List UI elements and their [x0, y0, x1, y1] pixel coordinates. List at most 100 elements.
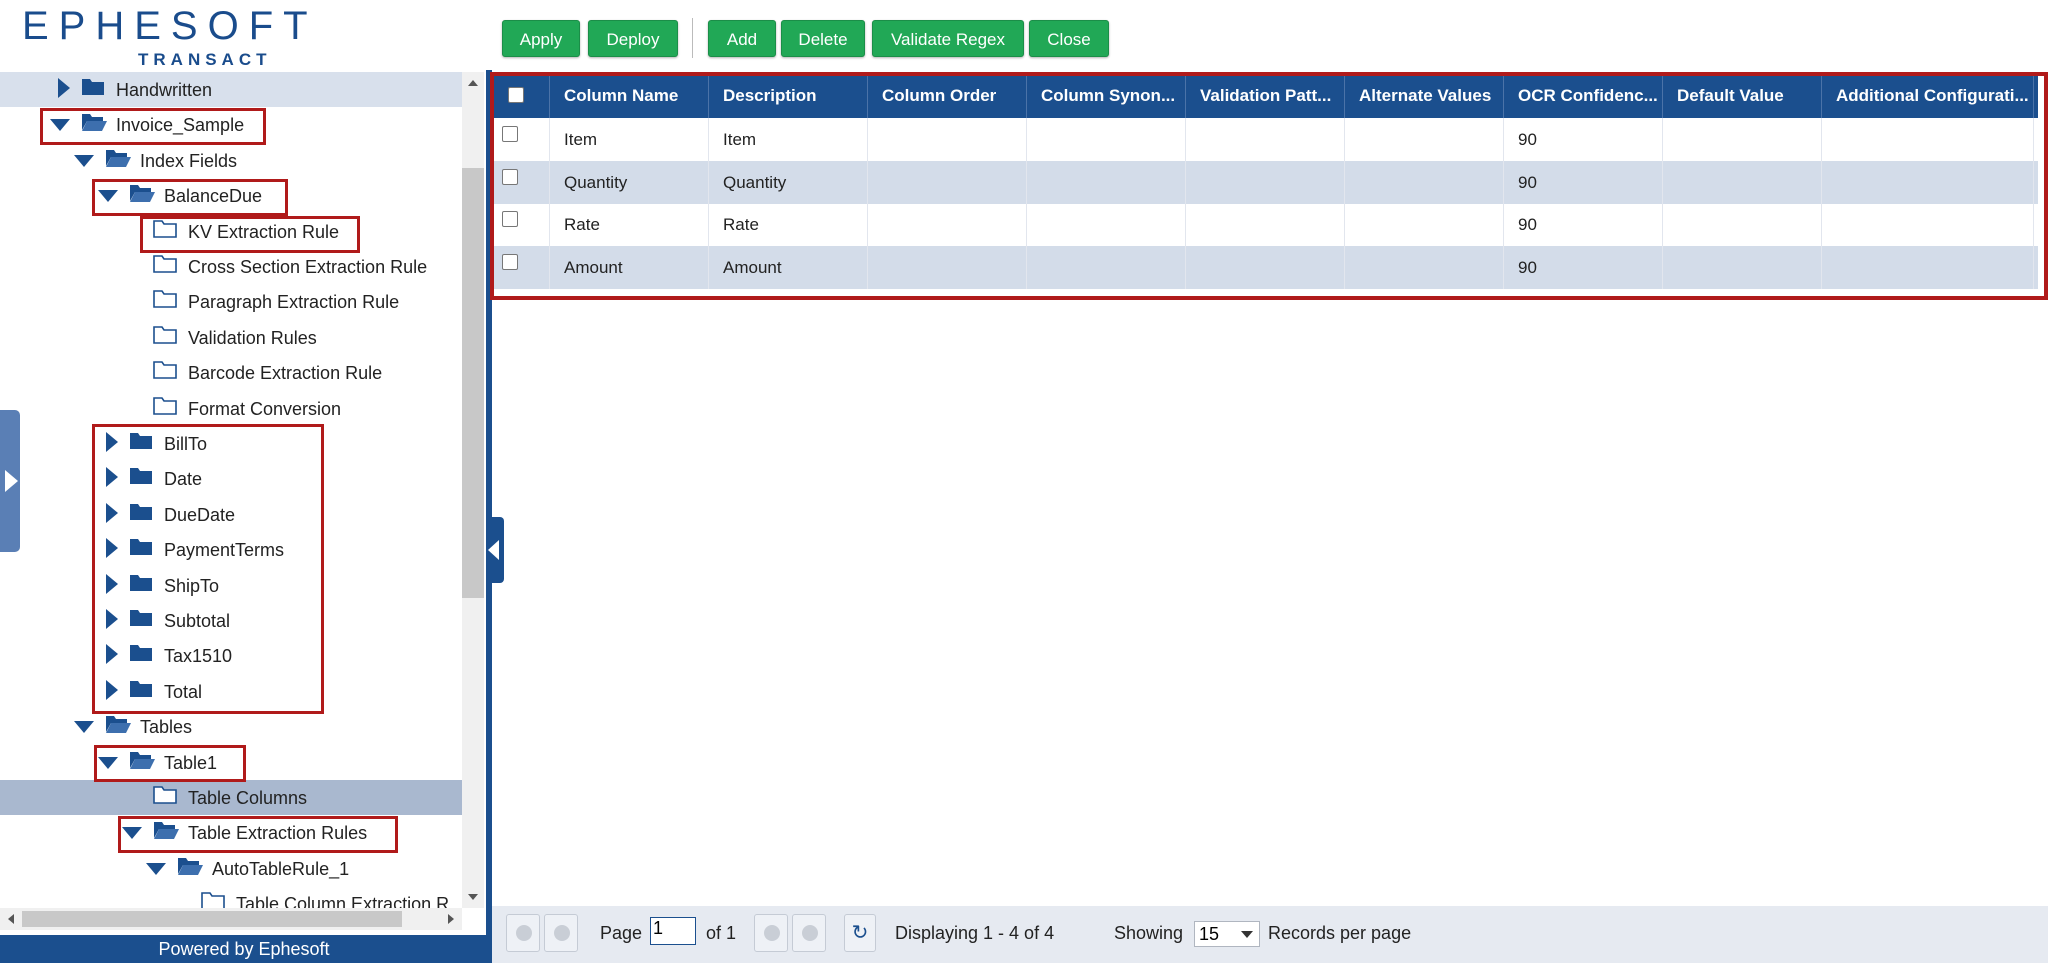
tree-node-label: DueDate [164, 504, 236, 525]
left-panel: EPHESOFT TRANSACT Handwritten Invoice_Sam… [0, 0, 488, 963]
tree-node-shipto[interactable]: ShipTo [0, 568, 462, 603]
tree-node-label: AutoTableRule_1 [212, 858, 350, 879]
scroll-thumb[interactable] [462, 168, 484, 598]
scroll-thumb[interactable] [22, 911, 402, 927]
folder-icon [128, 536, 154, 558]
folder-open-icon [104, 713, 131, 735]
expanded-caret-icon[interactable] [74, 721, 94, 734]
chevron-right-icon [5, 470, 18, 492]
deploy-button[interactable]: Deploy [588, 20, 678, 57]
collapsed-caret-icon[interactable] [106, 538, 118, 559]
tree-horizontal-scrollbar[interactable] [0, 908, 462, 930]
next-page-icon [764, 925, 780, 941]
tree-node-table1[interactable]: Table1 [0, 745, 462, 780]
tree-node-label: Paragraph Extraction Rule [188, 292, 400, 313]
tree-node-tables[interactable]: Tables [0, 709, 462, 744]
collapsed-caret-icon[interactable] [106, 573, 118, 594]
expand-side-panel-button[interactable] [0, 410, 20, 552]
first-page-button[interactable] [506, 914, 540, 952]
displaying-label: Displaying 1 - 4 of 4 [895, 923, 1055, 943]
last-page-icon [802, 925, 818, 941]
expanded-caret-icon[interactable] [146, 862, 166, 875]
collapsed-caret-icon[interactable] [106, 679, 118, 700]
previous-page-button[interactable] [544, 914, 578, 952]
expanded-caret-icon[interactable] [122, 827, 142, 840]
collapsed-caret-icon[interactable] [58, 78, 70, 98]
folder-open-icon [152, 819, 179, 841]
tree-node-invoice-sample[interactable]: Invoice_Sample [0, 107, 462, 142]
validate-regex-button[interactable]: Validate Regex [872, 20, 1024, 57]
folder-icon [152, 784, 178, 806]
tree-node-balancedue[interactable]: BalanceDue [0, 178, 462, 213]
folder-icon [80, 76, 106, 98]
folder-icon [152, 324, 178, 346]
scroll-up-icon[interactable] [468, 80, 478, 86]
tree-node-table-columns[interactable]: Table Columns [0, 780, 462, 815]
expanded-caret-icon[interactable] [98, 190, 118, 203]
tree-node-table-column-extraction-r[interactable]: Table Column Extraction R [0, 886, 462, 908]
collapsed-caret-icon[interactable] [106, 502, 118, 523]
tree-node-subtotal[interactable]: Subtotal [0, 603, 462, 638]
scroll-down-icon[interactable] [468, 894, 478, 900]
collapse-panel-button[interactable] [486, 517, 504, 583]
expanded-caret-icon[interactable] [50, 119, 70, 132]
logo-brand: EPHESOFT [22, 4, 318, 48]
showing-label: Showing [1114, 923, 1184, 943]
tree-node-barcode-extraction-rule[interactable]: Barcode Extraction Rule [0, 355, 462, 390]
tree-node-format-conversion[interactable]: Format Conversion [0, 391, 462, 426]
tree-node-label: Table Columns [188, 788, 308, 808]
page-number-input[interactable]: 1 [650, 917, 696, 945]
folder-open-icon [80, 111, 107, 133]
tree-node-index-fields[interactable]: Index Fields [0, 143, 462, 178]
refresh-button[interactable]: ↻ [844, 914, 876, 952]
delete-button[interactable]: Delete [781, 20, 865, 57]
tree-node-duedate[interactable]: DueDate [0, 497, 462, 532]
tree-node-label: Table1 [164, 752, 218, 773]
tree-node-validation-rules[interactable]: Validation Rules [0, 320, 462, 355]
tree-node-label: Barcode Extraction Rule [188, 363, 383, 384]
collapsed-caret-icon[interactable] [106, 644, 118, 665]
tree-node-label: Subtotal [164, 611, 231, 631]
expanded-caret-icon[interactable] [74, 154, 94, 167]
tree-node-cross-section-extraction-rule[interactable]: Cross Section Extraction Rule [0, 249, 462, 284]
records-per-page-select[interactable]: 15 [1194, 921, 1260, 947]
apply-button[interactable]: Apply [502, 20, 580, 57]
next-page-button[interactable] [754, 914, 788, 952]
tree-node-label: Table Extraction Rules [188, 823, 368, 844]
refresh-icon: ↻ [851, 922, 869, 944]
tree-node-handwritten[interactable]: Handwritten [0, 72, 462, 107]
tree-node-paragraph-extraction-rule[interactable]: Paragraph Extraction Rule [0, 284, 462, 319]
tree-node-total[interactable]: Total [0, 674, 462, 709]
folder-icon [128, 678, 154, 700]
first-page-icon [516, 925, 532, 941]
tree-node-autotablerule-1[interactable]: AutoTableRule_1 [0, 851, 462, 886]
add-button[interactable]: Add [708, 20, 776, 57]
tree-node-table-extraction-rules[interactable]: Table Extraction Rules [0, 815, 462, 850]
page-count-label: of 1 [706, 923, 737, 943]
folder-icon [128, 465, 154, 487]
tree-vertical-scrollbar[interactable] [462, 72, 484, 908]
records-per-page-label: Records per page [1268, 923, 1412, 943]
collapsed-caret-icon[interactable] [106, 467, 118, 488]
last-page-button[interactable] [792, 914, 826, 952]
tree-node-label: Index Fields [140, 150, 238, 171]
chevron-down-icon [1241, 931, 1253, 938]
tree-node-date[interactable]: Date [0, 461, 462, 496]
scroll-left-icon[interactable] [8, 914, 14, 924]
logo-product: TRANSACT [138, 50, 272, 69]
tree-node-billto[interactable]: BillTo [0, 426, 462, 461]
tree-node-label: Total [164, 681, 203, 702]
collapsed-caret-icon[interactable] [106, 609, 118, 629]
tree-node-paymentterms[interactable]: PaymentTerms [0, 532, 462, 567]
expanded-caret-icon[interactable] [98, 756, 118, 769]
folder-icon [128, 572, 154, 594]
tree-node-kv-extraction-rule[interactable]: KV Extraction Rule [0, 214, 462, 249]
tree-node-tax1510[interactable]: Tax1510 [0, 638, 462, 673]
scroll-right-icon[interactable] [448, 914, 454, 924]
tree-node-label: Tables [140, 717, 193, 738]
collapsed-caret-icon[interactable] [106, 432, 118, 452]
close-button[interactable]: Close [1029, 20, 1109, 57]
records-per-page-value: 15 [1199, 924, 1220, 944]
tree-node-label: Tax1510 [164, 646, 233, 667]
folder-open-icon [176, 855, 203, 877]
